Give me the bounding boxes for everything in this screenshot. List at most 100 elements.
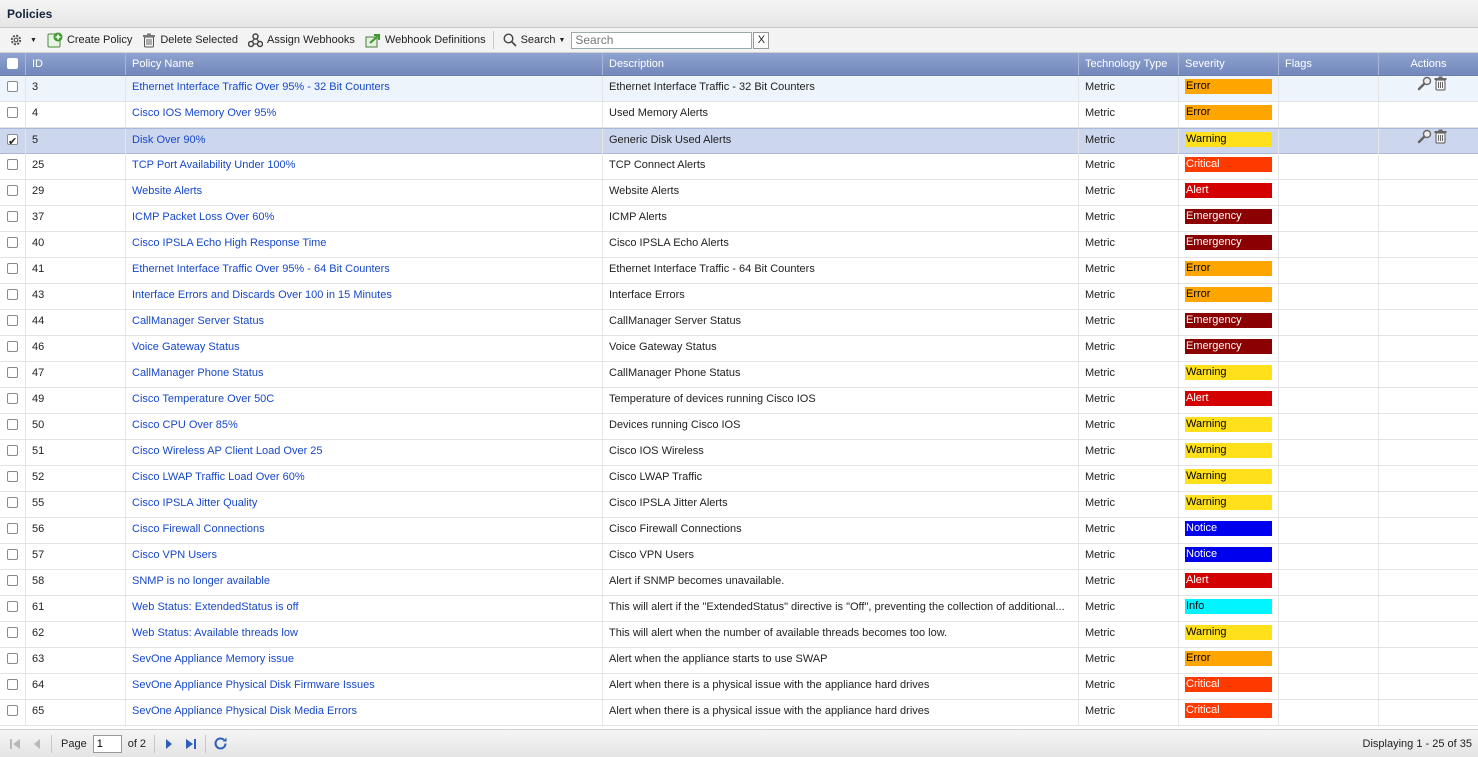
policy-name-link[interactable]: Cisco VPN Users xyxy=(132,549,217,561)
first-page-button[interactable] xyxy=(4,734,26,754)
row-select-cell[interactable] xyxy=(0,258,26,283)
row-checkbox[interactable] xyxy=(7,522,18,534)
row-checkbox[interactable] xyxy=(7,340,18,352)
row-select-cell[interactable] xyxy=(0,362,26,387)
row-checkbox[interactable] xyxy=(7,626,18,638)
edit-wrench-icon[interactable] xyxy=(1417,76,1432,99)
row-checkbox[interactable] xyxy=(7,470,18,482)
policy-name-link[interactable]: Voice Gateway Status xyxy=(132,341,240,353)
policy-name-link[interactable]: SevOne Appliance Physical Disk Media Err… xyxy=(132,705,357,717)
row-checkbox[interactable] xyxy=(7,366,18,378)
row-select-cell[interactable] xyxy=(0,492,26,517)
row-select-cell[interactable] xyxy=(0,154,26,179)
table-row[interactable]: 44 CallManager Server Status CallManager S… xyxy=(0,310,1478,336)
row-select-cell[interactable] xyxy=(0,544,26,569)
row-checkbox[interactable] xyxy=(7,106,18,118)
row-checkbox[interactable] xyxy=(7,314,18,326)
policy-name-link[interactable]: Web Status: ExtendedStatus is off xyxy=(132,601,299,613)
policy-name-link[interactable]: Cisco IPSLA Echo High Response Time xyxy=(132,237,326,249)
policy-name-link[interactable]: Website Alerts xyxy=(132,185,202,197)
table-row[interactable]: 51 Cisco Wireless AP Client Load Over 25 C… xyxy=(0,440,1478,466)
row-checkbox[interactable] xyxy=(7,262,18,274)
clear-search-button[interactable]: X xyxy=(753,31,770,49)
policy-name-link[interactable]: Cisco Wireless AP Client Load Over 25 xyxy=(132,445,323,457)
table-row[interactable]: 40 Cisco IPSLA Echo High Response Time Cis… xyxy=(0,232,1478,258)
policy-name-link[interactable]: Ethernet Interface Traffic Over 95% - 64… xyxy=(132,263,390,275)
row-select-cell[interactable] xyxy=(0,622,26,647)
table-row[interactable]: 43 Interface Errors and Discards Over 100… xyxy=(0,284,1478,310)
delete-selected-button[interactable]: Delete Selected xyxy=(138,30,242,51)
policy-name-link[interactable]: Cisco Temperature Over 50C xyxy=(132,393,274,405)
select-all-checkbox[interactable] xyxy=(7,57,18,69)
search-input[interactable] xyxy=(571,31,753,49)
delete-trash-icon[interactable] xyxy=(1434,129,1447,152)
delete-trash-icon[interactable] xyxy=(1434,76,1447,99)
policy-name-link[interactable]: Cisco Firewall Connections xyxy=(132,523,265,535)
row-checkbox[interactable] xyxy=(7,704,18,716)
table-row[interactable]: 37 ICMP Packet Loss Over 60% ICMP Alerts Me… xyxy=(0,206,1478,232)
policy-name-link[interactable]: Cisco IOS Memory Over 95% xyxy=(132,107,276,119)
row-select-cell[interactable] xyxy=(0,414,26,439)
row-checkbox[interactable] xyxy=(7,80,18,92)
policy-name-link[interactable]: TCP Port Availability Under 100% xyxy=(132,159,295,171)
refresh-button[interactable] xyxy=(209,734,231,754)
row-checkbox[interactable] xyxy=(7,392,18,404)
row-checkbox[interactable] xyxy=(7,600,18,612)
table-row[interactable]: 25 TCP Port Availability Under 100% TCP Co… xyxy=(0,154,1478,180)
policy-name-link[interactable]: SNMP is no longer available xyxy=(132,575,270,587)
row-checkbox[interactable] xyxy=(7,444,18,456)
row-checkbox[interactable] xyxy=(7,496,18,508)
policy-name-link[interactable]: CallManager Phone Status xyxy=(132,367,263,379)
column-header-id[interactable]: ID xyxy=(26,53,126,75)
table-row[interactable]: 50 Cisco CPU Over 85% Devices running Cisc… xyxy=(0,414,1478,440)
table-row[interactable]: 62 Web Status: Available threads low This … xyxy=(0,622,1478,648)
row-checkbox[interactable] xyxy=(7,418,18,430)
row-select-cell[interactable] xyxy=(0,518,26,543)
policy-name-link[interactable]: Interface Errors and Discards Over 100 i… xyxy=(132,289,392,301)
column-header-technology-type[interactable]: Technology Type xyxy=(1079,53,1179,75)
row-select-cell[interactable] xyxy=(0,440,26,465)
table-row[interactable]: 58 SNMP is no longer available Alert if SN… xyxy=(0,570,1478,596)
table-row[interactable]: 47 CallManager Phone Status CallManager Ph… xyxy=(0,362,1478,388)
row-checkbox[interactable] xyxy=(7,236,18,248)
column-header-severity[interactable]: Severity xyxy=(1179,53,1279,75)
table-row[interactable]: 4 Cisco IOS Memory Over 95% Used Memory Al… xyxy=(0,102,1478,128)
column-header-flags[interactable]: Flags xyxy=(1279,53,1379,75)
row-select-cell[interactable] xyxy=(0,129,26,154)
policy-name-link[interactable]: ICMP Packet Loss Over 60% xyxy=(132,211,274,223)
next-page-button[interactable] xyxy=(158,734,180,754)
create-policy-button[interactable]: Create Policy xyxy=(43,30,136,51)
table-row[interactable]: 63 SevOne Appliance Memory issue Alert whe… xyxy=(0,648,1478,674)
table-row[interactable]: 52 Cisco LWAP Traffic Load Over 60% Cisco … xyxy=(0,466,1478,492)
row-select-cell[interactable] xyxy=(0,466,26,491)
webhook-definitions-button[interactable]: Webhook Definitions xyxy=(361,30,490,51)
policy-name-link[interactable]: Ethernet Interface Traffic Over 95% - 32… xyxy=(132,81,390,93)
search-menu-button[interactable]: Search ▼ xyxy=(499,30,570,51)
row-checkbox[interactable] xyxy=(7,678,18,690)
table-row[interactable]: 65 SevOne Appliance Physical Disk Media E… xyxy=(0,700,1478,726)
row-checkbox[interactable] xyxy=(7,158,18,170)
table-row[interactable]: 46 Voice Gateway Status Voice Gateway Stat… xyxy=(0,336,1478,362)
table-row[interactable]: 55 Cisco IPSLA Jitter Quality Cisco IPSLA … xyxy=(0,492,1478,518)
row-select-cell[interactable] xyxy=(0,648,26,673)
row-select-cell[interactable] xyxy=(0,336,26,361)
row-select-cell[interactable] xyxy=(0,76,26,101)
row-select-cell[interactable] xyxy=(0,570,26,595)
row-select-cell[interactable] xyxy=(0,206,26,231)
table-row[interactable]: 41 Ethernet Interface Traffic Over 95% - … xyxy=(0,258,1478,284)
table-row[interactable]: 5 Disk Over 90% Generic Disk Used AlertsMe… xyxy=(0,128,1478,154)
table-row[interactable]: 56 Cisco Firewall Connections Cisco Firewa… xyxy=(0,518,1478,544)
row-checkbox[interactable] xyxy=(7,288,18,300)
row-checkbox[interactable] xyxy=(7,210,18,222)
policy-name-link[interactable]: Cisco IPSLA Jitter Quality xyxy=(132,497,257,509)
row-select-cell[interactable] xyxy=(0,388,26,413)
row-checkbox[interactable] xyxy=(7,574,18,586)
policy-name-link[interactable]: Disk Over 90% xyxy=(132,134,205,146)
select-all-header[interactable] xyxy=(0,53,26,75)
column-header-description[interactable]: Description xyxy=(603,53,1079,75)
row-select-cell[interactable] xyxy=(0,180,26,205)
row-select-cell[interactable] xyxy=(0,596,26,621)
row-select-cell[interactable] xyxy=(0,310,26,335)
row-select-cell[interactable] xyxy=(0,284,26,309)
table-row[interactable]: 49 Cisco Temperature Over 50C Temperature … xyxy=(0,388,1478,414)
